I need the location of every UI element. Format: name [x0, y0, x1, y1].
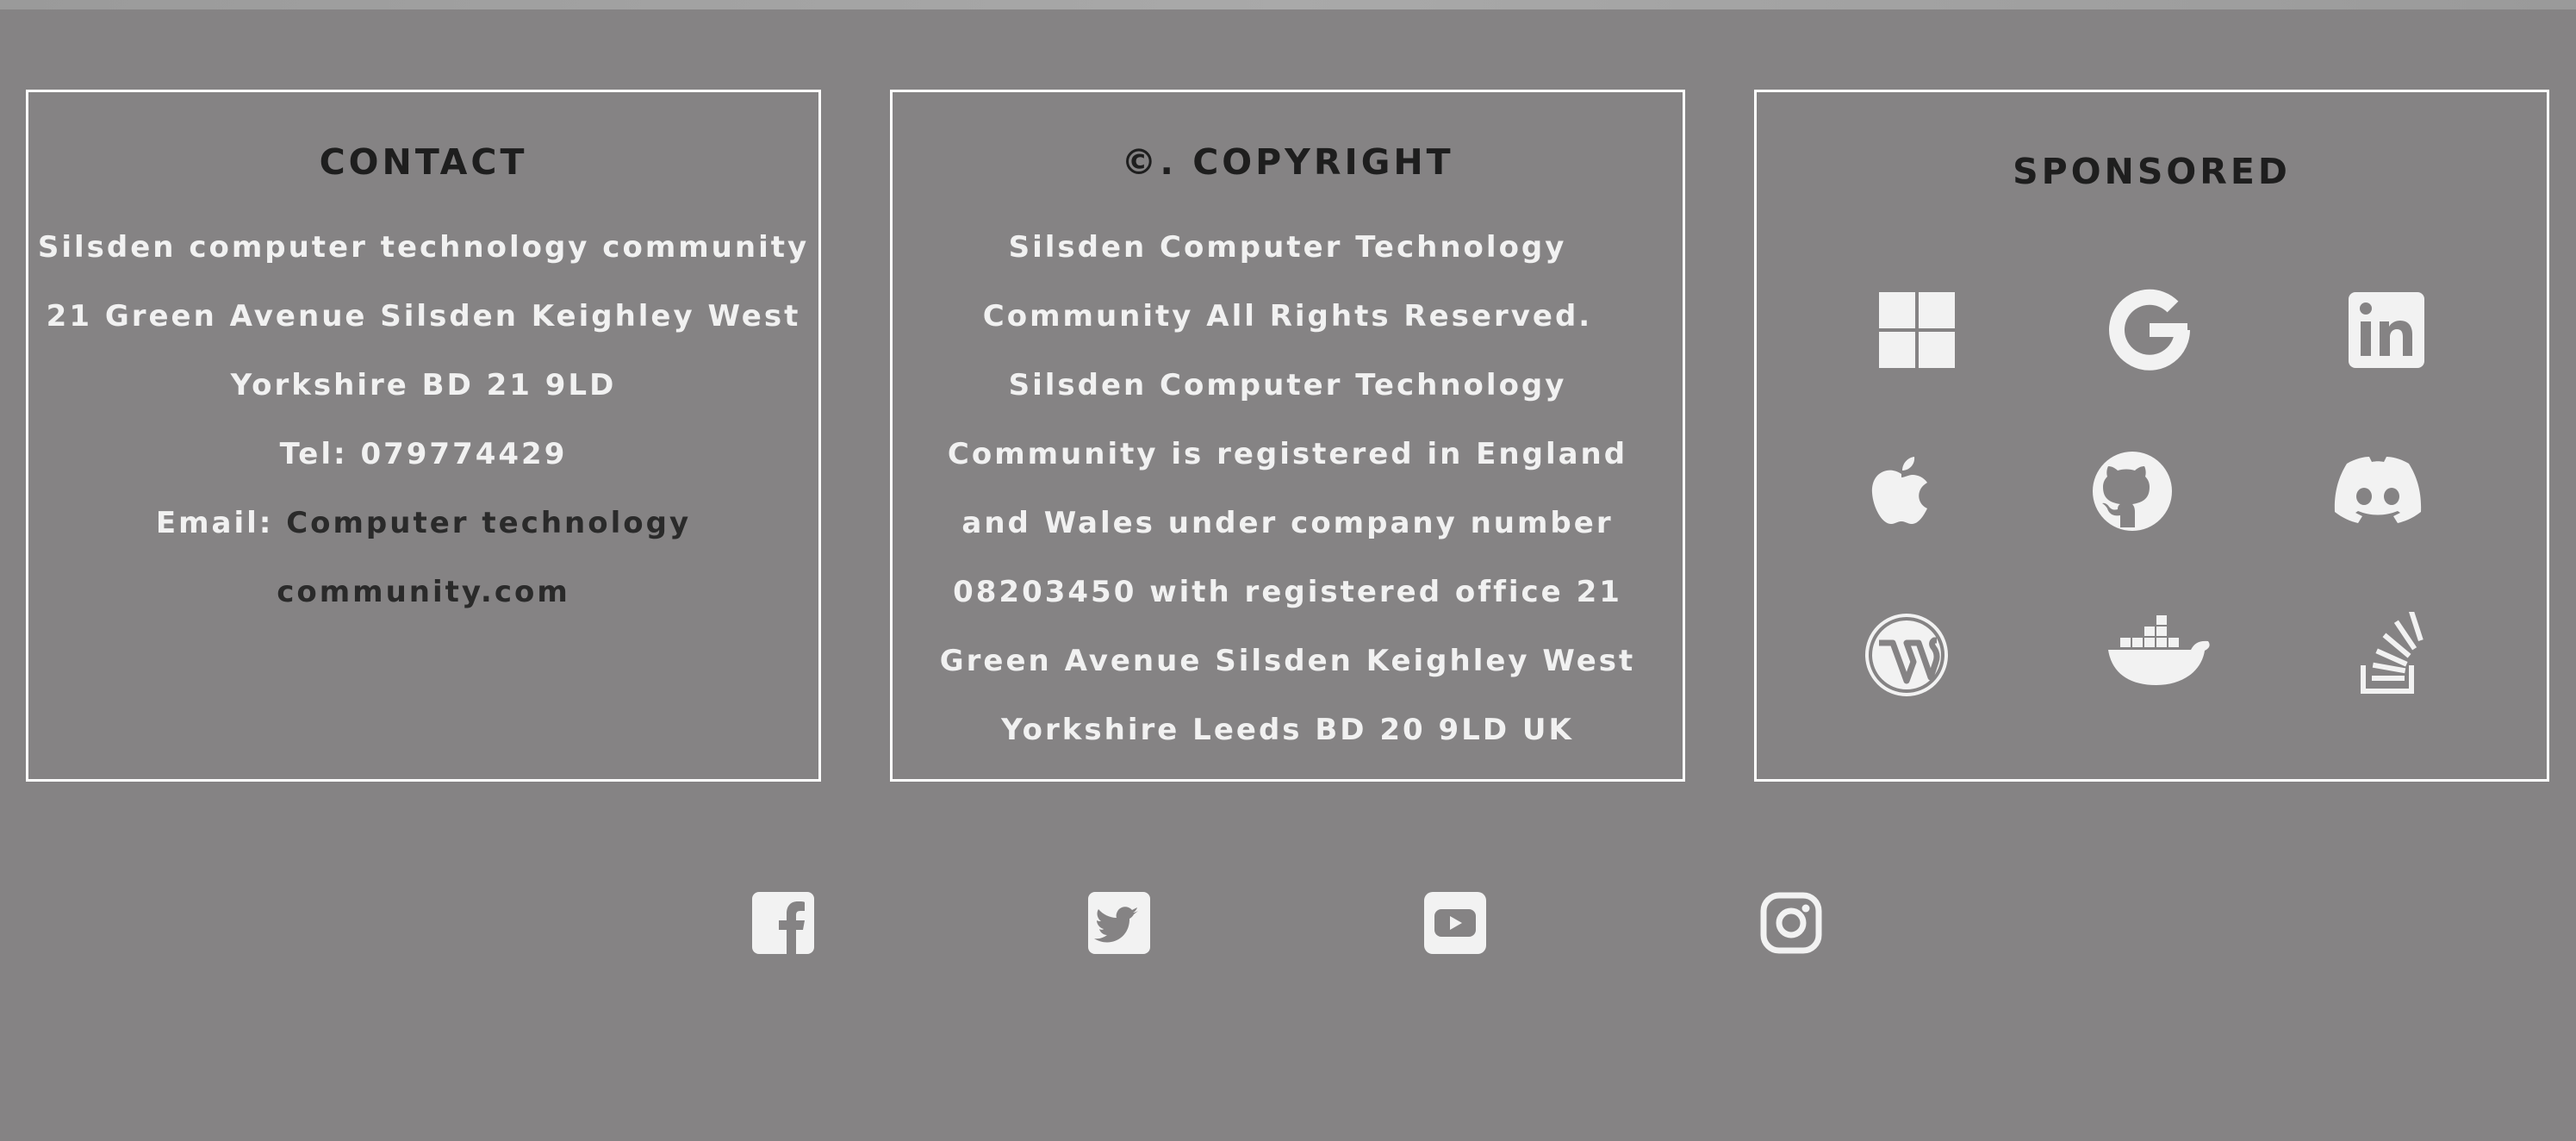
copyright-line: 08203450 with registered office 21 — [953, 575, 1622, 609]
contact-heading: CONTACT — [319, 141, 528, 183]
copyright-line: Green Avenue Silsden Keighley West — [939, 644, 1636, 678]
copyright-line: Community is registered in England — [947, 437, 1628, 471]
instagram-icon[interactable] — [1760, 892, 1822, 954]
contact-phone: Tel: 079774429 — [279, 437, 568, 471]
contact-line: Silsden computer technology community — [37, 230, 810, 265]
google-icon[interactable] — [2106, 287, 2193, 373]
discord-icon[interactable] — [2326, 448, 2430, 534]
copyright-heading: ©. COPYRIGHT — [1121, 141, 1454, 183]
contact-line: Yorkshire BD 21 9LD — [230, 368, 617, 402]
copyright-line: Community All Rights Reserved. — [982, 299, 1593, 334]
docker-icon[interactable] — [2106, 612, 2215, 698]
contact-email-row: Email: Computer technology — [28, 489, 818, 558]
copyright-text: Silsden Computer Technology Community Al… — [893, 213, 1683, 764]
copyright-line: Yorkshire Leeds BD 20 9LD UK — [1001, 713, 1574, 747]
copyright-panel: ©. COPYRIGHT Silsden Computer Technology… — [890, 90, 1685, 782]
copyright-line: Silsden Computer Technology — [1008, 230, 1567, 265]
email-link[interactable]: Computer technology — [286, 506, 691, 540]
email-link-continued[interactable]: community.com — [28, 558, 818, 627]
copyright-line: Silsden Computer Technology — [1008, 368, 1567, 402]
stackoverflow-icon[interactable] — [2356, 612, 2425, 698]
windows-icon[interactable] — [1874, 287, 1960, 373]
linkedin-icon[interactable] — [2343, 287, 2430, 373]
youtube-icon[interactable] — [1424, 892, 1486, 954]
twitter-icon[interactable] — [1088, 892, 1150, 954]
contact-panel: CONTACT Silsden computer technology comm… — [26, 90, 821, 782]
wordpress-icon[interactable] — [1864, 612, 1950, 698]
contact-details: Silsden computer technology community 21… — [28, 213, 818, 627]
apple-icon[interactable] — [1858, 448, 1944, 534]
sponsored-heading: SPONSORED — [2013, 151, 2291, 192]
copyright-line: and Wales under company number — [961, 506, 1614, 540]
sponsored-panel: SPONSORED — [1754, 90, 2549, 782]
email-label: Email: — [155, 506, 287, 540]
github-icon[interactable] — [2089, 448, 2175, 534]
contact-line: 21 Green Avenue Silsden Keighley West — [46, 299, 801, 334]
facebook-icon[interactable] — [752, 892, 814, 954]
top-bar — [0, 0, 2576, 9]
